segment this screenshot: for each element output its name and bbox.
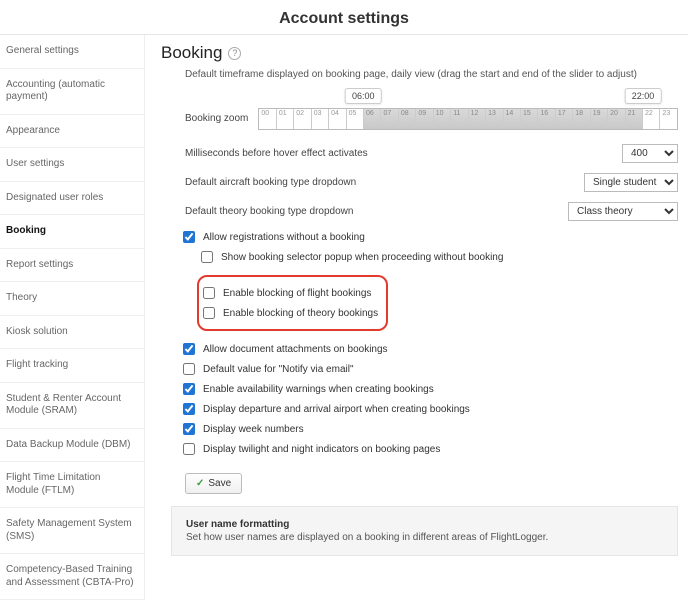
checkbox-input[interactable] bbox=[183, 383, 195, 395]
checkbox-input[interactable] bbox=[183, 443, 195, 455]
sidebar-item[interactable]: Kiosk solution bbox=[0, 316, 144, 350]
settings-sidebar: General settingsAccounting (automatic pa… bbox=[0, 35, 145, 600]
hour-cell[interactable]: 05 bbox=[347, 109, 364, 129]
slider-end-handle[interactable]: 22:00 bbox=[625, 88, 662, 104]
theory-type-row: Default theory booking type dropdown Cla… bbox=[185, 202, 678, 221]
hour-cell[interactable]: 12 bbox=[469, 109, 486, 129]
hour-cell[interactable]: 08 bbox=[399, 109, 416, 129]
hover-ms-label: Milliseconds before hover effect activat… bbox=[185, 148, 368, 159]
checkbox-label: Display departure and arrival airport wh… bbox=[203, 404, 470, 415]
hour-cell[interactable]: 00 bbox=[259, 109, 276, 129]
checkbox-label: Allow document attachments on bookings bbox=[203, 344, 388, 355]
aircraft-type-select[interactable]: Single student bbox=[584, 173, 678, 192]
hour-cell[interactable]: 09 bbox=[416, 109, 433, 129]
timeline[interactable]: 06:00 22:00 0001020304050607080910111213… bbox=[258, 90, 678, 130]
checkbox-input[interactable] bbox=[203, 307, 215, 319]
week-numbers-checkbox[interactable]: Display week numbers bbox=[183, 423, 678, 435]
theory-type-label: Default theory booking type dropdown bbox=[185, 206, 353, 217]
section-heading: Booking ? bbox=[161, 43, 678, 63]
hour-cell[interactable]: 14 bbox=[504, 109, 521, 129]
checkbox-label: Enable availability warnings when creati… bbox=[203, 384, 434, 395]
checkbox-input[interactable] bbox=[183, 403, 195, 415]
settings-main: Booking ? Default timeframe displayed on… bbox=[145, 35, 688, 600]
hour-cell[interactable]: 10 bbox=[434, 109, 451, 129]
checkbox-label: Enable blocking of theory bookings bbox=[223, 308, 378, 319]
checkbox-label: Default value for "Notify via email" bbox=[203, 364, 354, 375]
timeframe-description: Default timeframe displayed on booking p… bbox=[185, 69, 678, 80]
slider-start-handle[interactable]: 06:00 bbox=[345, 88, 382, 104]
hour-cell[interactable]: 22 bbox=[643, 109, 660, 129]
sidebar-item[interactable]: Flight tracking bbox=[0, 349, 144, 383]
hover-ms-row: Milliseconds before hover effect activat… bbox=[185, 144, 678, 163]
hour-cell[interactable]: 19 bbox=[591, 109, 608, 129]
sidebar-item[interactable]: Accounting (automatic payment) bbox=[0, 69, 144, 115]
sidebar-item[interactable]: General settings bbox=[0, 35, 144, 69]
checkbox-label: Enable blocking of flight bookings bbox=[223, 288, 371, 299]
checkbox-label: Show booking selector popup when proceed… bbox=[221, 252, 503, 263]
hour-cell[interactable]: 17 bbox=[556, 109, 573, 129]
hover-ms-select[interactable]: 400 bbox=[622, 144, 678, 163]
hour-cell[interactable]: 01 bbox=[277, 109, 294, 129]
theory-type-select[interactable]: Class theory bbox=[568, 202, 678, 221]
help-icon[interactable]: ? bbox=[228, 47, 241, 60]
checkbox-input[interactable] bbox=[201, 251, 213, 263]
checkbox-input[interactable] bbox=[183, 343, 195, 355]
hour-cell[interactable]: 06 bbox=[364, 109, 381, 129]
hour-cell[interactable]: 04 bbox=[329, 109, 346, 129]
sidebar-item[interactable]: Student & Renter Account Module (SRAM) bbox=[0, 383, 144, 429]
timeline-track[interactable]: 0001020304050607080910111213141516171819… bbox=[258, 108, 678, 130]
checkbox-group: Allow registrations without a booking Sh… bbox=[183, 231, 678, 455]
allow-registrations-checkbox[interactable]: Allow registrations without a booking bbox=[183, 231, 678, 243]
twilight-checkbox[interactable]: Display twilight and night indicators on… bbox=[183, 443, 678, 455]
hour-cell[interactable]: 13 bbox=[486, 109, 503, 129]
checkbox-label: Display week numbers bbox=[203, 424, 304, 435]
sidebar-item[interactable]: Safety Management System (SMS) bbox=[0, 508, 144, 554]
sidebar-item[interactable]: User settings bbox=[0, 148, 144, 182]
save-button[interactable]: ✓ Save bbox=[185, 473, 242, 494]
save-button-label: Save bbox=[208, 478, 231, 489]
card-description: Set how user names are displayed on a bo… bbox=[186, 532, 663, 543]
hour-cell[interactable]: 21 bbox=[626, 109, 643, 129]
section-heading-text: Booking bbox=[161, 43, 222, 63]
hour-cell[interactable]: 18 bbox=[573, 109, 590, 129]
hour-cell[interactable]: 03 bbox=[312, 109, 329, 129]
hour-cell[interactable]: 15 bbox=[521, 109, 538, 129]
hour-cell[interactable]: 11 bbox=[451, 109, 468, 129]
sidebar-item[interactable]: Competency-Based Training and Assessment… bbox=[0, 554, 144, 600]
hour-cell[interactable]: 20 bbox=[608, 109, 625, 129]
availability-warnings-checkbox[interactable]: Enable availability warnings when creati… bbox=[183, 383, 678, 395]
hour-cell[interactable]: 02 bbox=[294, 109, 311, 129]
card-title: User name formatting bbox=[186, 519, 663, 530]
checkbox-label: Display twilight and night indicators on… bbox=[203, 444, 440, 455]
allow-documents-checkbox[interactable]: Allow document attachments on bookings bbox=[183, 343, 678, 355]
checkbox-input[interactable] bbox=[203, 287, 215, 299]
booking-zoom-slider[interactable]: Booking zoom 06:00 22:00 000102030405060… bbox=[185, 90, 678, 130]
sidebar-item[interactable]: Data Backup Module (DBM) bbox=[0, 429, 144, 463]
block-flight-checkbox[interactable]: Enable blocking of flight bookings bbox=[203, 287, 378, 299]
checkbox-input[interactable] bbox=[183, 363, 195, 375]
block-theory-checkbox[interactable]: Enable blocking of theory bookings bbox=[203, 307, 378, 319]
checkbox-label: Allow registrations without a booking bbox=[203, 232, 365, 243]
sidebar-item[interactable]: Theory bbox=[0, 282, 144, 316]
sidebar-item[interactable]: Flight Time Limitation Module (FTLM) bbox=[0, 462, 144, 508]
sidebar-item[interactable]: Report settings bbox=[0, 249, 144, 283]
checkbox-input[interactable] bbox=[183, 423, 195, 435]
hour-cell[interactable]: 07 bbox=[381, 109, 398, 129]
hour-cell[interactable]: 23 bbox=[660, 109, 676, 129]
aircraft-type-label: Default aircraft booking type dropdown bbox=[185, 177, 356, 188]
checkbox-input[interactable] bbox=[183, 231, 195, 243]
page-title: Account settings bbox=[0, 0, 688, 34]
highlighted-options: Enable blocking of flight bookings Enabl… bbox=[197, 275, 388, 331]
sidebar-item[interactable]: Booking bbox=[0, 215, 144, 249]
slider-label: Booking zoom bbox=[185, 113, 248, 130]
username-formatting-card: User name formatting Set how user names … bbox=[171, 506, 678, 556]
hour-cell[interactable]: 16 bbox=[538, 109, 555, 129]
departure-arrival-checkbox[interactable]: Display departure and arrival airport wh… bbox=[183, 403, 678, 415]
sidebar-item[interactable]: Designated user roles bbox=[0, 182, 144, 216]
sidebar-item[interactable]: Appearance bbox=[0, 115, 144, 149]
notify-email-checkbox[interactable]: Default value for "Notify via email" bbox=[183, 363, 678, 375]
aircraft-type-row: Default aircraft booking type dropdown S… bbox=[185, 173, 678, 192]
check-icon: ✓ bbox=[196, 478, 204, 489]
show-selector-checkbox[interactable]: Show booking selector popup when proceed… bbox=[201, 251, 678, 263]
